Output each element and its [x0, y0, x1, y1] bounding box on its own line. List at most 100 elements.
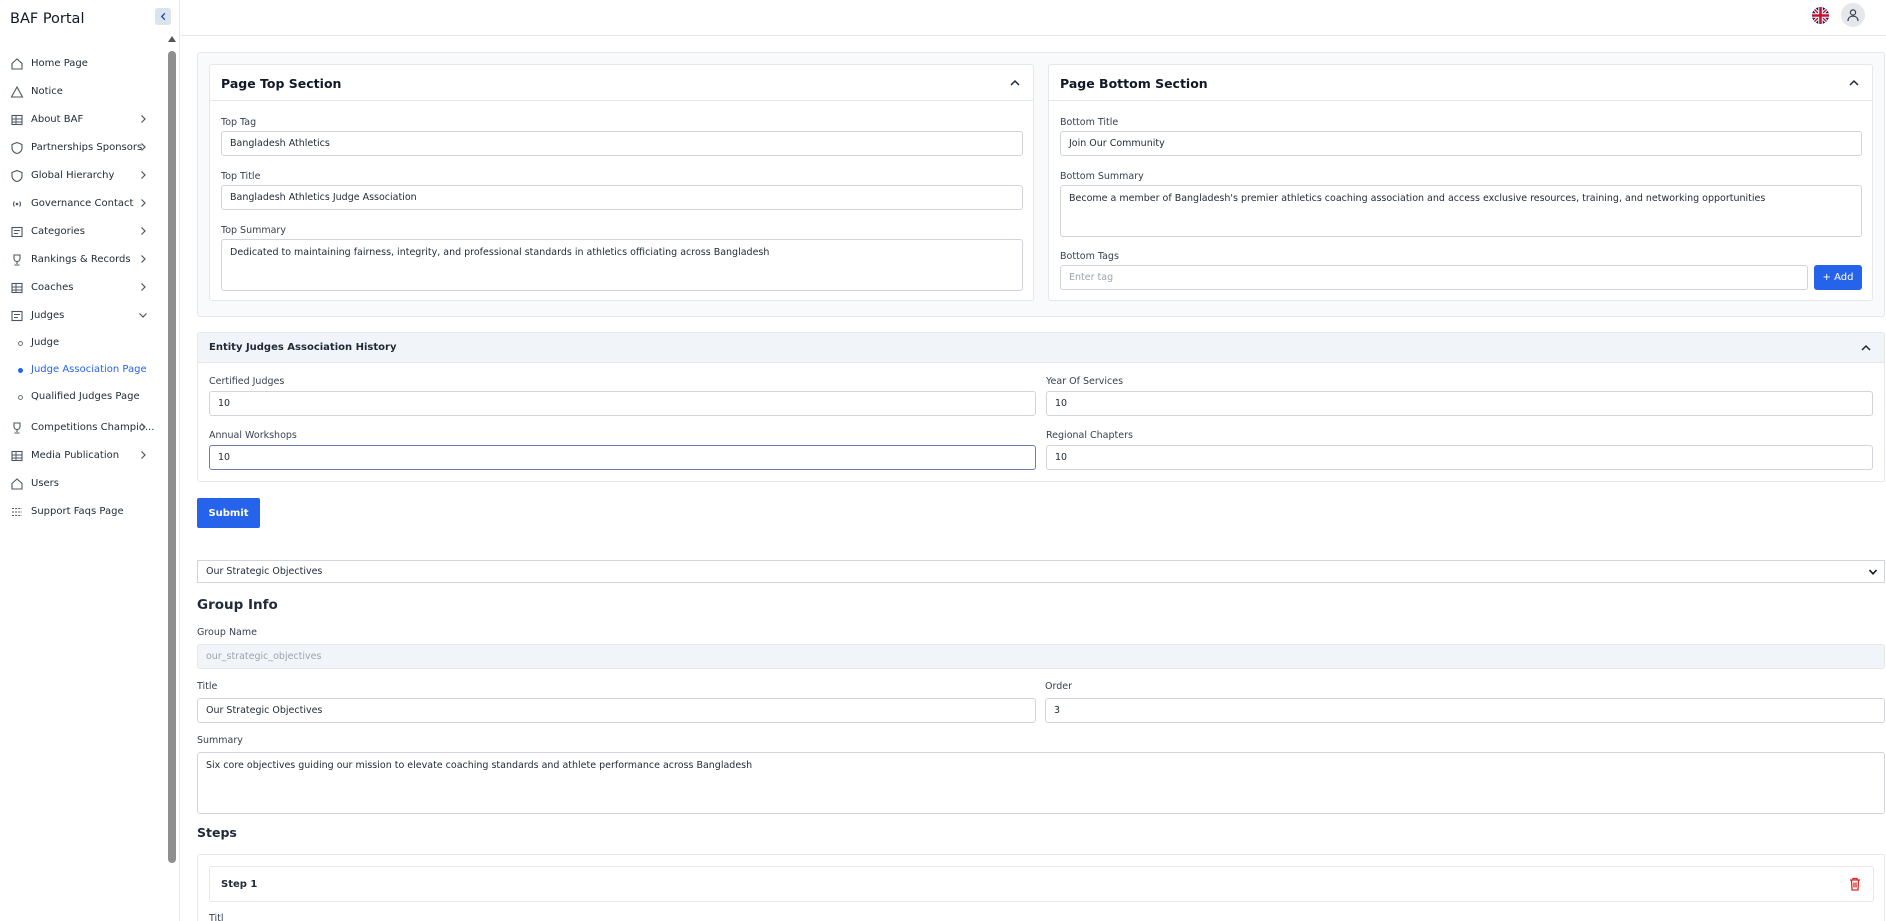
home-icon — [11, 478, 23, 490]
bullet-icon — [18, 368, 23, 373]
history-title: Entity Judges Association History — [209, 342, 397, 353]
home-icon — [11, 58, 23, 70]
sidebar-item-label: Categories — [31, 226, 85, 237]
bullet-icon — [18, 395, 23, 400]
group-info-heading: Group Info — [197, 597, 278, 613]
language-flag-icon[interactable] — [1812, 7, 1829, 24]
step-field-label: Titl — [209, 913, 224, 921]
top-tag-input[interactable]: Bangladesh Athletics — [221, 131, 1023, 156]
chevron-up-icon[interactable] — [1848, 77, 1860, 89]
sidebar-subitem-qualified-judges-page[interactable]: Qualified Judges Page — [0, 386, 160, 408]
sidebar-subitem-label: Qualified Judges Page — [31, 391, 140, 402]
sidebar-item-support-faqs-page[interactable]: Support Faqs Page — [0, 500, 160, 524]
user-avatar-button[interactable] — [1841, 3, 1865, 27]
sidebar-item-global-hierarchy[interactable]: Global Hierarchy — [0, 164, 160, 188]
group-name-label: Group Name — [197, 627, 257, 638]
section-title: Page Bottom Section — [1060, 76, 1208, 91]
chevron-right-icon — [141, 171, 146, 179]
group-select[interactable]: Our Strategic Objectives — [197, 560, 1885, 583]
sidebar-item-home-page[interactable]: Home Page — [0, 52, 160, 76]
scroll-up-arrow[interactable] — [168, 36, 176, 42]
sidebar-item-categories[interactable]: Categories — [0, 220, 160, 244]
uk-flag-icon — [1812, 7, 1829, 24]
sidebar-item-about-baf[interactable]: About BAF — [0, 108, 160, 132]
alert-triangle-icon — [10, 85, 24, 98]
sidebar-item-label: About BAF — [31, 114, 84, 125]
sidebar-item-label: Partnerships Sponsors — [31, 142, 143, 153]
sidebar-item-rankings-records[interactable]: Rankings & Records — [0, 248, 160, 272]
sidebar-item-competitions[interactable]: Competitions Champio... — [0, 416, 160, 440]
section-header[interactable]: Page Bottom Section — [1049, 65, 1872, 101]
page-bottom-section: Page Bottom Section Bottom Title Join Ou… — [1048, 64, 1873, 301]
trophy-icon — [13, 254, 21, 266]
app-title: BAF Portal — [10, 11, 85, 27]
chevron-up-icon[interactable] — [1009, 77, 1021, 89]
section-title: Page Top Section — [221, 76, 342, 91]
bottom-tags-input[interactable]: Enter tag — [1060, 265, 1808, 290]
chevron-right-icon — [141, 451, 146, 459]
main-content: Page Top Section Top Tag Bangladesh Athl… — [181, 36, 1886, 921]
order-input[interactable]: 3 — [1045, 698, 1885, 723]
sidebar-item-label: Governance Contact — [31, 198, 134, 209]
sidebar-item-media-publication[interactable]: Media Publication — [0, 444, 160, 468]
sidebar-item-notice[interactable]: Notice — [0, 80, 160, 104]
chevron-right-icon — [141, 115, 146, 123]
year-of-services-input[interactable]: 10 — [1046, 391, 1873, 416]
sidebar-item-label: Judges — [31, 310, 65, 321]
bottom-summary-textarea[interactable]: Become a member of Bangladesh's premier … — [1060, 185, 1862, 237]
history-header[interactable]: Entity Judges Association History — [198, 333, 1884, 363]
year-of-services-label: Year Of Services — [1046, 376, 1124, 387]
certified-judges-input[interactable]: 10 — [209, 391, 1036, 416]
chevron-right-icon — [141, 423, 146, 431]
group-summary-textarea[interactable]: Six core objectives guiding our mission … — [197, 752, 1885, 814]
scroll-thumb[interactable] — [168, 51, 176, 863]
sidebar-item-label: Home Page — [31, 58, 88, 69]
chevron-right-icon — [141, 255, 146, 263]
annual-workshops-input[interactable]: 10 — [209, 445, 1036, 470]
sidebar-item-judges[interactable]: Judges — [0, 304, 160, 328]
top-title-input[interactable]: Bangladesh Athletics Judge Association — [221, 185, 1023, 210]
user-icon — [1847, 9, 1859, 22]
bottom-title-label: Bottom Title — [1060, 117, 1119, 128]
sidebar-item-label: Global Hierarchy — [31, 170, 115, 181]
group-select-value: Our Strategic Objectives — [206, 566, 323, 577]
sidebar-subitem-judge[interactable]: Judge — [0, 332, 160, 354]
chevron-up-icon[interactable] — [1860, 342, 1872, 354]
sidebar-item-coaches[interactable]: Coaches — [0, 276, 160, 300]
top-summary-textarea[interactable]: Dedicated to maintaining fairness, integ… — [221, 239, 1023, 291]
sidebar-item-partnerships-sponsors[interactable]: Partnerships Sponsors — [0, 136, 160, 160]
sidebar-item-label: Media Publication — [31, 450, 120, 461]
order-label: Order — [1045, 681, 1072, 692]
sidebar: BAF Portal Home Page Notice About BAF Pa… — [0, 0, 180, 921]
broadcast-icon — [12, 201, 22, 207]
sidebar-item-users[interactable]: Users — [0, 472, 160, 496]
steps-card: Step 1 Titl — [197, 854, 1885, 921]
trash-icon[interactable] — [1847, 876, 1863, 892]
submit-button[interactable]: Submit — [197, 498, 260, 528]
judges-association-history-card: Entity Judges Association History Certif… — [197, 332, 1885, 482]
add-tag-button[interactable]: + Add — [1814, 265, 1862, 290]
sidebar-item-label: Competitions Champio... — [31, 422, 155, 433]
sidebar-item-label: Support Faqs Page — [31, 506, 124, 517]
sidebar-item-governance-contact[interactable]: Governance Contact — [0, 192, 160, 216]
top-summary-label: Top Summary — [221, 225, 286, 236]
group-title-label: Title — [197, 681, 218, 692]
top-tag-label: Top Tag — [221, 117, 257, 128]
top-title-label: Top Title — [221, 171, 261, 182]
sidebar-subitem-label: Judge Association Page — [31, 364, 147, 375]
page-sections-card: Page Top Section Top Tag Bangladesh Athl… — [197, 52, 1885, 317]
sidebar-item-label: Users — [31, 478, 60, 489]
group-summary-label: Summary — [197, 735, 243, 746]
bottom-tags-label: Bottom Tags — [1060, 251, 1119, 262]
grid-icon — [11, 114, 23, 126]
bottom-title-input[interactable]: Join Our Community — [1060, 131, 1862, 156]
sidebar-subitem-judge-association-page[interactable]: Judge Association Page — [0, 359, 160, 381]
group-title-input[interactable]: Our Strategic Objectives — [197, 698, 1036, 723]
section-header[interactable]: Page Top Section — [210, 65, 1033, 101]
step-title: Step 1 — [221, 879, 258, 890]
chevron-down-icon — [139, 313, 147, 318]
chevron-right-icon — [141, 227, 146, 235]
sidebar-scrollbar[interactable] — [167, 36, 177, 921]
regional-chapters-input[interactable]: 10 — [1046, 445, 1873, 470]
collapse-sidebar-button[interactable] — [155, 8, 171, 25]
